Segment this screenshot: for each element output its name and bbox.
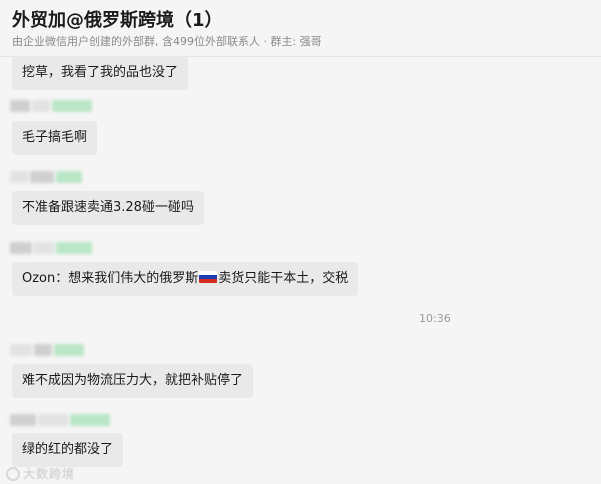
message-bubble[interactable]: 绿的红的都没了: [12, 433, 124, 467]
message-text: Ozon：想来我们伟大的俄罗斯: [22, 271, 199, 286]
message-bubble[interactable]: 不准备跟速卖通3.28碰一碰吗: [12, 191, 204, 225]
message-text: 卖货只能干本土，交税: [218, 271, 349, 286]
watermark: 大数跨境: [6, 465, 75, 482]
message-bubble[interactable]: 难不成因为物流压力大，就把补贴停了: [12, 364, 254, 398]
group-subtitle: 由企业微信用户创建的外部群, 含499位外部联系人 · 群主: 强哥: [12, 35, 322, 48]
time-label: 10:36: [419, 312, 451, 325]
watermark-logo-icon: [6, 466, 20, 481]
message-bubble[interactable]: Ozon：想来我们伟大的俄罗斯 卖货只能干本土，交税: [12, 262, 359, 296]
sender-name-redacted: [10, 98, 92, 114]
group-title[interactable]: 外贸加@俄罗斯跨境（1）: [12, 6, 223, 32]
russia-flag-icon: [199, 271, 218, 283]
watermark-text: 大数跨境: [23, 467, 76, 481]
message-list[interactable]: 挖草，我看了我的品也没了 毛子搞毛啊 不准备跟速卖通3.28碰一碰吗 Ozon：…: [0, 57, 601, 484]
message-bubble[interactable]: 挖草，我看了我的品也没了: [12, 57, 189, 90]
sender-name-redacted: [10, 342, 84, 358]
chat-header: 外贸加@俄罗斯跨境（1） 由企业微信用户创建的外部群, 含499位外部联系人 ·…: [0, 0, 601, 57]
message-bubble[interactable]: 毛子搞毛啊: [12, 121, 98, 155]
sender-name-redacted: [10, 412, 110, 428]
sender-name-redacted: [10, 240, 92, 256]
sender-name-redacted: [10, 169, 82, 185]
